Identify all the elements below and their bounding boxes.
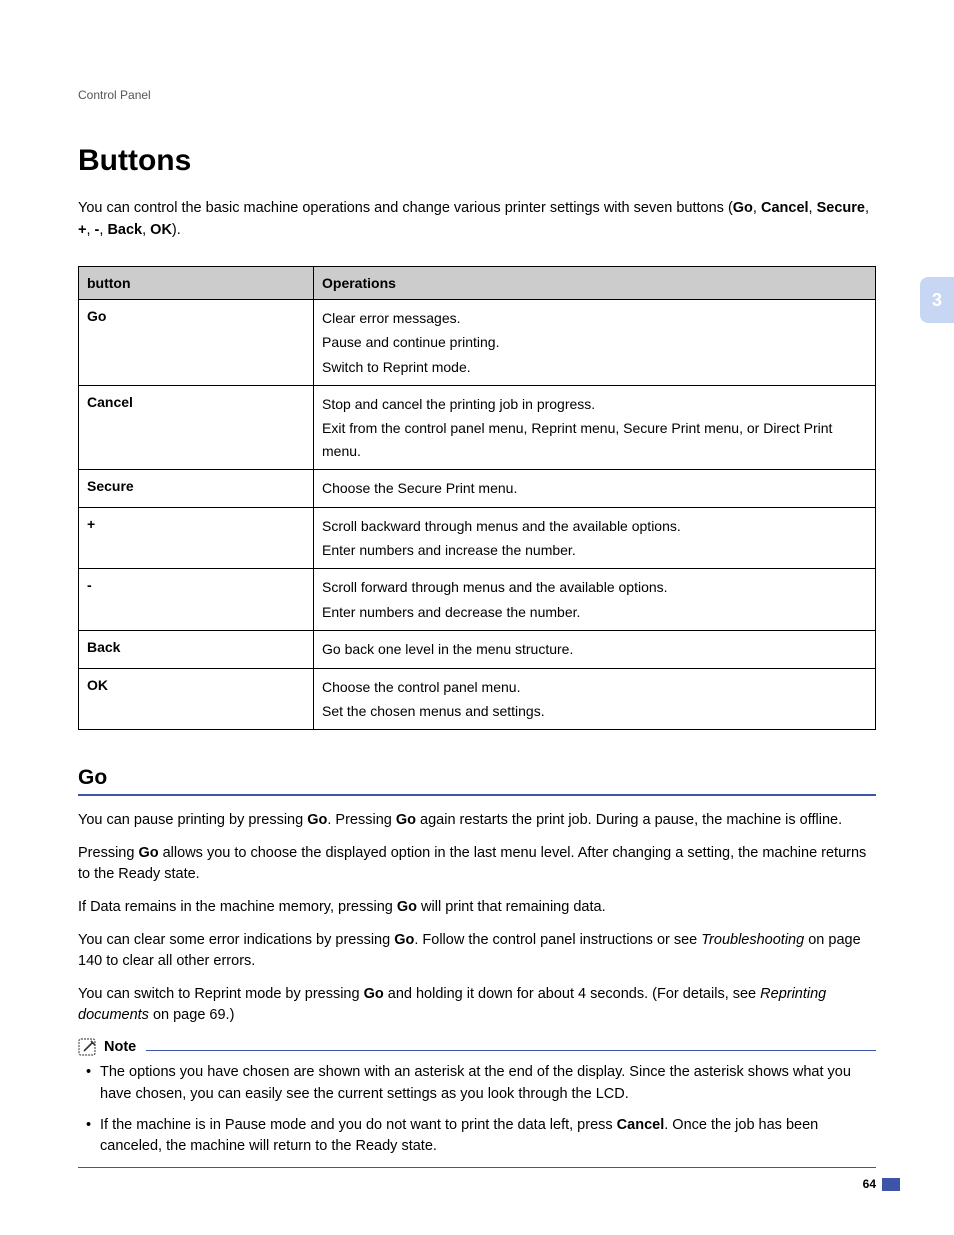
table-row: Go Clear error messages.Pause and contin…	[79, 299, 876, 385]
page-number: 64	[863, 1177, 876, 1191]
table-row: Back Go back one level in the menu struc…	[79, 631, 876, 668]
table-row: + Scroll backward through menus and the …	[79, 507, 876, 569]
chapter-tab[interactable]: 3	[920, 277, 954, 323]
breadcrumb: Control Panel	[78, 88, 876, 102]
paragraph: You can switch to Reprint mode by pressi…	[78, 984, 876, 1026]
note-item: The options you have chosen are shown wi…	[86, 1062, 876, 1104]
page-accent-bar	[882, 1178, 900, 1191]
page-title: Buttons	[78, 144, 876, 178]
section-heading-go: Go	[78, 766, 876, 796]
table-row: - Scroll forward through menus and the a…	[79, 569, 876, 631]
th-operations: Operations	[314, 266, 876, 299]
paragraph: You can pause printing by pressing Go. P…	[78, 810, 876, 831]
table-row: Cancel Stop and cancel the printing job …	[79, 386, 876, 470]
note-item: If the machine is in Pause mode and you …	[86, 1115, 876, 1157]
paragraph: If Data remains in the machine memory, p…	[78, 897, 876, 918]
table-row: Secure Choose the Secure Print menu.	[79, 470, 876, 507]
note-icon	[78, 1038, 100, 1056]
note-title: Note	[104, 1039, 136, 1055]
intro-paragraph: You can control the basic machine operat…	[78, 198, 876, 242]
note-block: Note The options you have chosen are sho…	[78, 1038, 876, 1167]
paragraph: You can clear some error indications by …	[78, 930, 876, 972]
table-row: OK Choose the control panel menu.Set the…	[79, 668, 876, 730]
paragraph: Pressing Go allows you to choose the dis…	[78, 843, 876, 885]
th-button: button	[79, 266, 314, 299]
buttons-table: button Operations Go Clear error message…	[78, 266, 876, 731]
